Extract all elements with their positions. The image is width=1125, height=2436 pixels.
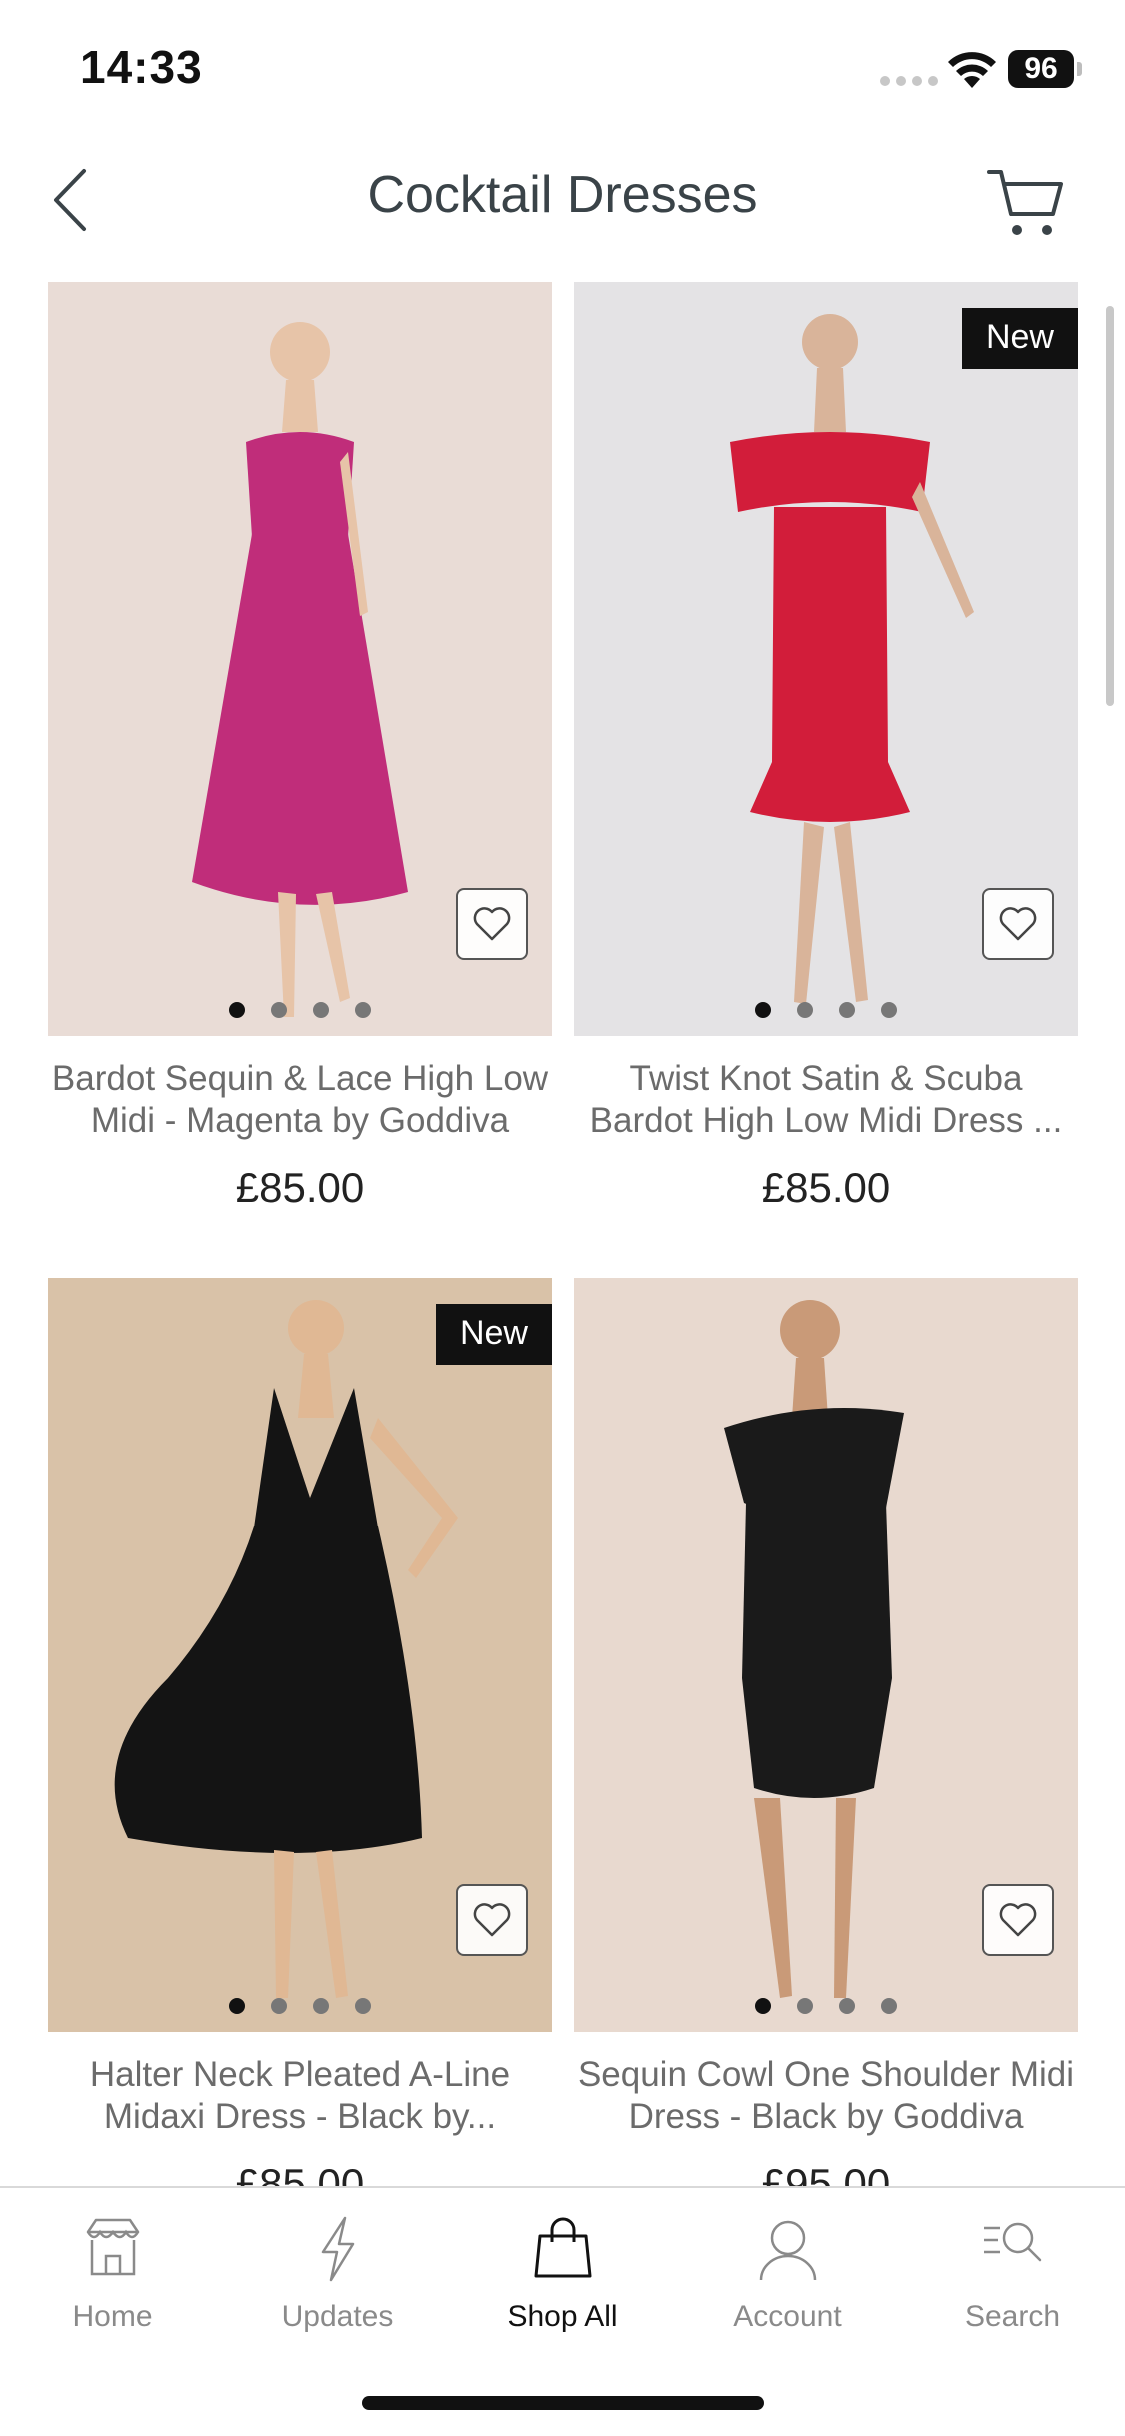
nav-header: Cocktail Dresses	[0, 140, 1125, 260]
pagination-dot[interactable]	[313, 1002, 329, 1018]
product-price: £85.00	[761, 1164, 891, 1211]
new-badge: New	[961, 308, 1078, 369]
image-pagination-dots	[574, 1998, 1078, 2014]
cart-icon	[987, 170, 1063, 235]
image-pagination-dots	[48, 1998, 552, 2014]
heart-icon	[473, 907, 511, 941]
pagination-dot[interactable]	[839, 1998, 855, 2014]
pagination-dot[interactable]	[229, 1002, 245, 1018]
product-image[interactable]	[48, 282, 552, 1036]
new-badge: New	[435, 1304, 552, 1365]
product-name[interactable]: Twist Knot Satin & Scuba Bardot High Low…	[574, 1058, 1078, 1142]
pagination-dot[interactable]	[313, 1998, 329, 2014]
search-list-icon	[983, 2222, 1041, 2262]
product-card[interactable]: New Halter Neck Pleated A-Line Midaxi Dr…	[48, 1278, 552, 2208]
product-card[interactable]: New Twist Knot Satin & Scuba Bardot High…	[574, 282, 1078, 1212]
pagination-dot[interactable]	[271, 1002, 287, 1018]
scrollbar[interactable]	[1106, 306, 1114, 706]
tab-label: Account	[733, 2300, 842, 2333]
heart-icon	[999, 1903, 1037, 1937]
pagination-dot[interactable]	[797, 1998, 813, 2014]
pagination-dot[interactable]	[881, 1998, 897, 2014]
status-time: 14:33	[80, 41, 203, 93]
product-image[interactable]: New	[574, 282, 1078, 1036]
product-image[interactable]: New	[48, 1278, 552, 2032]
product-card[interactable]: Sequin Cowl One Shoulder Midi Dress - Bl…	[574, 1278, 1078, 2208]
product-name[interactable]: Halter Neck Pleated A-Line Midaxi Dress …	[48, 2054, 552, 2138]
heart-icon	[473, 1903, 511, 1937]
pagination-dot[interactable]	[797, 1002, 813, 1018]
image-pagination-dots	[48, 1002, 552, 1018]
product-name[interactable]: Sequin Cowl One Shoulder Midi Dress - Bl…	[574, 2054, 1078, 2138]
tab-label: Home	[72, 2300, 153, 2333]
pagination-dot[interactable]	[229, 1998, 245, 2014]
page-title: Cocktail Dresses	[367, 166, 758, 224]
battery-icon: 96	[1008, 50, 1074, 88]
battery-nub	[1077, 62, 1082, 76]
product-price: £85.00	[235, 1164, 365, 1211]
status-bar: 14:33 96	[0, 0, 1125, 130]
tab-label: Shop All	[507, 2300, 618, 2333]
pagination-dot[interactable]	[355, 1002, 371, 1018]
product-card[interactable]: Bardot Sequin & Lace High Low Midi - Mag…	[48, 282, 552, 1212]
pagination-dot[interactable]	[755, 1002, 771, 1018]
pagination-dot[interactable]	[881, 1002, 897, 1018]
pagination-dot[interactable]	[839, 1002, 855, 1018]
image-pagination-dots	[574, 1002, 1078, 1018]
pagination-dot[interactable]	[271, 1998, 287, 2014]
tab-search[interactable]: Search	[900, 2214, 1125, 2354]
tab-home[interactable]: Home	[0, 2214, 225, 2354]
tab-shop-all[interactable]: Shop All	[450, 2214, 675, 2354]
cart-button[interactable]	[985, 164, 1065, 240]
pagination-dot[interactable]	[755, 1998, 771, 2014]
store-icon	[86, 2218, 139, 2276]
lightning-icon	[321, 2216, 354, 2282]
tab-account[interactable]: Account	[675, 2214, 900, 2354]
tab-label: Search	[964, 2300, 1061, 2333]
person-icon	[759, 2220, 816, 2281]
tab-updates[interactable]: Updates	[225, 2214, 450, 2354]
wishlist-button[interactable]	[456, 888, 528, 960]
wishlist-button[interactable]	[982, 888, 1054, 960]
pagination-dot[interactable]	[355, 1998, 371, 2014]
shopping-bag-icon	[534, 2217, 591, 2278]
product-name[interactable]: Bardot Sequin & Lace High Low Midi - Mag…	[48, 1058, 552, 1142]
tab-label: Updates	[281, 2300, 394, 2333]
wifi-icon	[948, 52, 996, 88]
signal-icon	[880, 76, 938, 86]
home-indicator[interactable]	[362, 2396, 764, 2410]
wishlist-button[interactable]	[456, 1884, 528, 1956]
product-image[interactable]	[574, 1278, 1078, 2032]
heart-icon	[999, 907, 1037, 941]
wishlist-button[interactable]	[982, 1884, 1054, 1956]
